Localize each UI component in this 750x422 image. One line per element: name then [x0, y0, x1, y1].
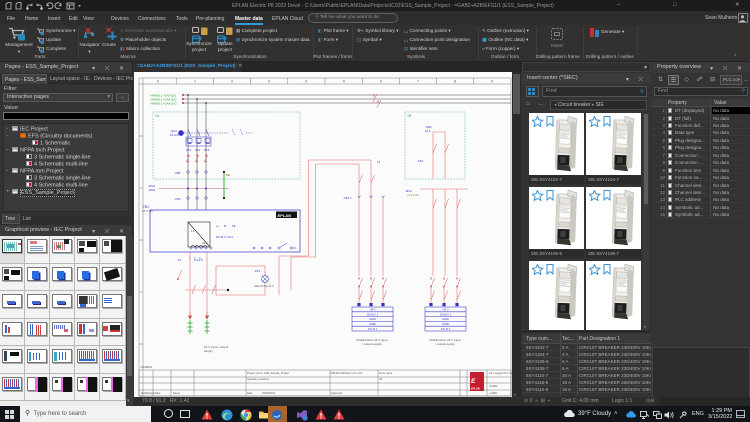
svg-text:2T1: 2T1	[186, 148, 192, 152]
svg-text:-XD1 1: -XD1 1	[343, 196, 352, 200]
svg-text:EPLAN: EPLAN	[471, 387, 480, 391]
svg-text:supply: supply	[204, 349, 213, 353]
svg-text:AGND: AGND	[369, 318, 376, 321]
svg-text:6: 6	[380, 80, 382, 84]
svg-text:/ output supply: / output supply	[362, 342, 382, 346]
svg-text:16 A/3: 16 A/3	[170, 133, 179, 137]
svg-text:5: 5	[343, 80, 345, 84]
svg-text:PE: PE	[226, 173, 230, 177]
svg-text:8: 8	[454, 80, 456, 84]
svg-text:+MAINS.1 +GAA QU1: +MAINS.1 +GAA QU1	[150, 94, 177, 98]
svg-text:GND0: GND0	[369, 323, 376, 326]
svg-text:L+: L+	[216, 224, 219, 228]
svg-text:Form name: Form name	[379, 371, 393, 375]
svg-text:M: M	[224, 224, 226, 228]
svg-text:Approved: Approved	[331, 391, 343, 395]
svg-text:E: E	[471, 378, 476, 385]
svg-text:-XD1: -XD1	[417, 159, 424, 163]
svg-text:Modification: Modification	[141, 391, 155, 395]
svg-text:/ output supply: / output supply	[435, 342, 455, 346]
svg-text:10 A: 10 A	[425, 129, 431, 133]
svg-text:Name: Name	[173, 391, 180, 395]
svg-text:CHAN 0..3: CHAN 0..3	[440, 313, 452, 316]
svg-text:0: 0	[157, 80, 159, 84]
svg-text:1B: 1B	[407, 114, 412, 118]
svg-text:7: 7	[417, 80, 419, 84]
svg-text:+A2B/1: +A2B/1	[489, 391, 498, 395]
svg-text:24 V DC: 24 V DC	[142, 209, 154, 213]
svg-text:24 V supply PLC cabinet: 24 V supply PLC cabinet	[489, 371, 512, 375]
svg-text:AGND: AGND	[442, 318, 449, 321]
svg-text:+MAINS.1 +GAA QU3: +MAINS.1 +GAA QU3	[150, 102, 177, 106]
svg-text:1A: 1A	[155, 114, 160, 118]
svg-text:03/15/2022: 03/15/2022	[262, 391, 276, 395]
svg-text:24V: 24V	[202, 241, 207, 245]
svg-text:+24 V: +24 V	[369, 309, 376, 312]
svg-text:1: 1	[194, 80, 196, 84]
svg-text:=GAB2: =GAB2	[489, 384, 498, 388]
svg-text:L1: L1	[191, 229, 195, 233]
svg-text:+24 V: +24 V	[442, 309, 449, 312]
svg-text:PE: PE	[232, 224, 236, 228]
svg-text:-XD1: -XD1	[174, 197, 181, 201]
svg-text:+24 V DC: +24 V DC	[407, 193, 419, 197]
svg-text:9: 9	[491, 80, 493, 84]
svg-text:=GAB2/1: =GAB2/1	[140, 365, 153, 369]
svg-text:13: 13	[377, 160, 381, 164]
svg-text:24V IO 1: 24V IO 1	[368, 328, 378, 331]
svg-text:GND0: GND0	[442, 323, 449, 326]
svg-text:LED AC/DC 24 V: LED AC/DC 24 V	[254, 284, 274, 288]
svg-text:Date: Date	[247, 391, 253, 395]
svg-text:-WD2: -WD2	[148, 188, 156, 192]
svg-text:A3: A3	[379, 377, 383, 381]
svg-text:Project name: GAB_Sample_Pr: Project name: GAB_Sample_Project	[247, 371, 289, 375]
svg-text:4: 4	[305, 80, 307, 84]
svg-text:-X85: -X85	[174, 171, 181, 175]
svg-text:Date: Date	[155, 391, 161, 395]
svg-text:CHAN 0..3: CHAN 0..3	[367, 313, 379, 316]
svg-text:Operating machine: Operating machine	[247, 377, 269, 381]
svg-text:3: 3	[268, 80, 270, 84]
svg-text:EPLAN: EPLAN	[278, 213, 292, 218]
svg-text:2: 2	[231, 80, 233, 84]
svg-text:DC 24 V / 10 A: DC 24 V / 10 A	[216, 235, 233, 239]
svg-text:+MAINS.1 +GAA QU2: +MAINS.1 +GAA QU2	[150, 98, 177, 102]
svg-text:-PF1: -PF1	[254, 269, 261, 273]
svg-text:-X2: -X2	[177, 258, 182, 262]
svg-text:24V IO 1: 24V IO 1	[441, 328, 451, 331]
svg-text:6T3: 6T3	[204, 148, 210, 152]
svg-text:4T2: 4T2	[195, 148, 201, 152]
svg-text:EPLAN Software & Co. KG: EPLAN Software & Co. KG	[331, 371, 362, 375]
svg-text:6 A/2.5: 6 A/2.5	[194, 258, 203, 262]
